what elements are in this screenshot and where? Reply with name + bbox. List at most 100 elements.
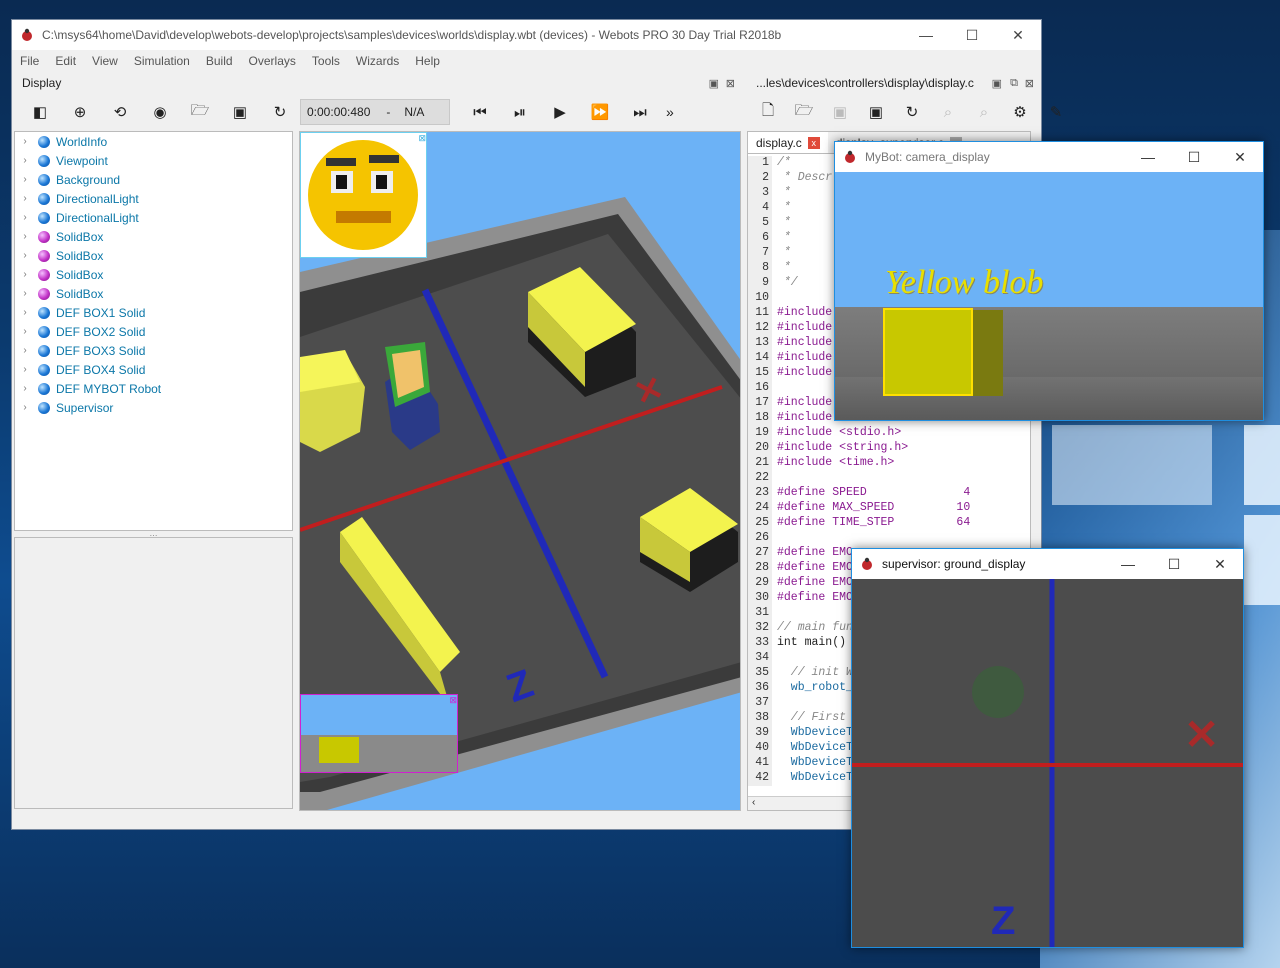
scene-tree-node[interactable]: › Supervisor (15, 398, 292, 417)
code-text: #include (777, 366, 833, 379)
scene-tree-node[interactable]: › Viewpoint (15, 151, 292, 170)
scene-tree-node[interactable]: › DEF BOX4 Solid (15, 360, 292, 379)
window-title: C:\msys64\home\David\develop\webots-deve… (42, 28, 782, 42)
code-text: * (777, 186, 791, 199)
dock-maximize-icon[interactable]: ⧉ (1010, 77, 1018, 90)
expand-arrow-icon[interactable]: › (15, 307, 35, 318)
expand-arrow-icon[interactable]: › (15, 402, 35, 413)
scene-tree-node[interactable]: › DEF BOX1 Solid (15, 303, 292, 322)
expand-arrow-icon[interactable]: › (15, 136, 35, 147)
dock-float-icon[interactable]: ▣ (709, 77, 719, 90)
menu-help[interactable]: Help (407, 54, 448, 68)
code-text: int main() (777, 636, 847, 649)
line-number: 28 (748, 561, 772, 576)
build-settings-icon[interactable]: ⚙ (1007, 99, 1033, 125)
reset-node-icon[interactable]: ⟲ (107, 99, 133, 125)
minimize-button[interactable]: — (1105, 549, 1151, 579)
fastest-icon[interactable]: ⏭ (627, 99, 653, 125)
open-world-icon[interactable]: 🗁 (187, 99, 213, 125)
scene-tree-node[interactable]: › SolidBox (15, 227, 292, 246)
expand-arrow-icon[interactable]: › (15, 174, 35, 185)
node-label: Background (56, 172, 121, 187)
scene-tree-node[interactable]: › DEF BOX3 Solid (15, 341, 292, 360)
reset-simulation-icon[interactable]: ⏮ (467, 99, 493, 125)
expand-arrow-icon[interactable]: › (15, 364, 35, 375)
save-all-icon[interactable]: ▣ (863, 99, 889, 125)
webots-bug-icon (862, 557, 872, 570)
camera-overlay[interactable]: ⊠ (300, 694, 458, 773)
close-button[interactable]: ✕ (1197, 549, 1243, 579)
scene-tree-node[interactable]: › SolidBox (15, 246, 292, 265)
reload-world-icon[interactable]: ↻ (267, 99, 293, 125)
menu-wizards[interactable]: Wizards (348, 54, 407, 68)
expand-arrow-icon[interactable]: › (15, 231, 35, 242)
expand-arrow-icon[interactable]: › (15, 250, 35, 261)
node-icon (38, 135, 50, 148)
dock-close-icon[interactable]: ⊠ (726, 77, 735, 90)
step-icon[interactable]: ⏯ (507, 99, 533, 125)
menu-simulation[interactable]: Simulation (126, 54, 198, 68)
maximize-button[interactable]: ☐ (1171, 142, 1217, 172)
save-file-icon[interactable]: ▣ (827, 99, 853, 125)
line-number: 3 (748, 186, 772, 201)
fast-icon[interactable]: ⏩ (587, 99, 613, 125)
overlay-close-icon[interactable]: ⊠ (449, 695, 457, 706)
menu-overlays[interactable]: Overlays (241, 54, 304, 68)
code-text: #include <time.h> (777, 456, 895, 469)
eye-icon[interactable]: ◉ (147, 99, 173, 125)
scene-tree-node[interactable]: › DEF MYBOT Robot (15, 379, 292, 398)
ground-window-title: supervisor: ground_display (882, 557, 1026, 571)
revert-icon[interactable]: ↻ (899, 99, 925, 125)
open-file-icon[interactable]: 🗁 (791, 99, 817, 125)
maximize-button[interactable]: ☐ (949, 20, 995, 50)
expand-arrow-icon[interactable]: › (15, 269, 35, 280)
add-node-icon[interactable]: ⊕ (67, 99, 93, 125)
scene-tree-node[interactable]: › DEF BOX2 Solid (15, 322, 292, 341)
expand-arrow-icon[interactable]: › (15, 193, 35, 204)
scene-tree-node[interactable]: › Background (15, 170, 292, 189)
close-button[interactable]: ✕ (995, 20, 1041, 50)
line-number: 36 (748, 681, 772, 696)
minimize-button[interactable]: — (1125, 142, 1171, 172)
replace-icon[interactable]: ⌕ (971, 99, 997, 125)
line-number: 11 (748, 306, 772, 321)
expand-arrow-icon[interactable]: › (15, 288, 35, 299)
overlay-close-icon[interactable]: ⊠ (418, 133, 426, 144)
dock-float-icon[interactable]: ▣ (992, 77, 1002, 90)
scene-tree-node[interactable]: › DirectionalLight (15, 189, 292, 208)
scene-tree-node[interactable]: › WorldInfo (15, 132, 292, 151)
scene-tree-node[interactable]: › DirectionalLight (15, 208, 292, 227)
expand-arrow-icon[interactable]: › (15, 326, 35, 337)
clean-icon[interactable]: ✎ (1043, 99, 1069, 125)
menu-tools[interactable]: Tools (304, 54, 348, 68)
tab-display-c[interactable]: display.c x (748, 132, 828, 153)
line-number: 39 (748, 726, 772, 741)
3d-view[interactable]: ✕ Z ⊠ ⊠ (299, 131, 741, 811)
robot-display-overlay[interactable]: ⊠ (300, 132, 427, 258)
find-icon[interactable]: ⌕ (935, 99, 961, 125)
expand-arrow-icon[interactable]: › (15, 345, 35, 356)
save-world-icon[interactable]: ▣ (227, 99, 253, 125)
maximize-button[interactable]: ☐ (1151, 549, 1197, 579)
menu-view[interactable]: View (84, 54, 126, 68)
toggle-scene-tree-icon[interactable]: ◧ (27, 99, 53, 125)
minimize-button[interactable]: — (903, 20, 949, 50)
close-button[interactable]: ✕ (1217, 142, 1263, 172)
code-text: #include <string.h> (777, 441, 909, 454)
menu-file[interactable]: File (12, 54, 47, 68)
expand-arrow-icon[interactable]: › (15, 155, 35, 166)
expand-arrow-icon[interactable]: › (15, 212, 35, 223)
expand-arrow-icon[interactable]: › (15, 383, 35, 394)
dock-close-icon[interactable]: ⊠ (1025, 77, 1034, 90)
more-toolbar-button[interactable]: » (666, 104, 674, 120)
scene-tree-node[interactable]: › SolidBox (15, 265, 292, 284)
tab-close-icon[interactable]: x (807, 136, 820, 149)
node-label: DirectionalLight (56, 191, 139, 206)
field-editor (14, 537, 293, 809)
scene-tree-node[interactable]: › SolidBox (15, 284, 292, 303)
menu-edit[interactable]: Edit (47, 54, 84, 68)
menu-build[interactable]: Build (198, 54, 241, 68)
play-icon[interactable]: ▶ (547, 99, 573, 125)
new-file-icon[interactable]: 🗋 (755, 99, 781, 125)
